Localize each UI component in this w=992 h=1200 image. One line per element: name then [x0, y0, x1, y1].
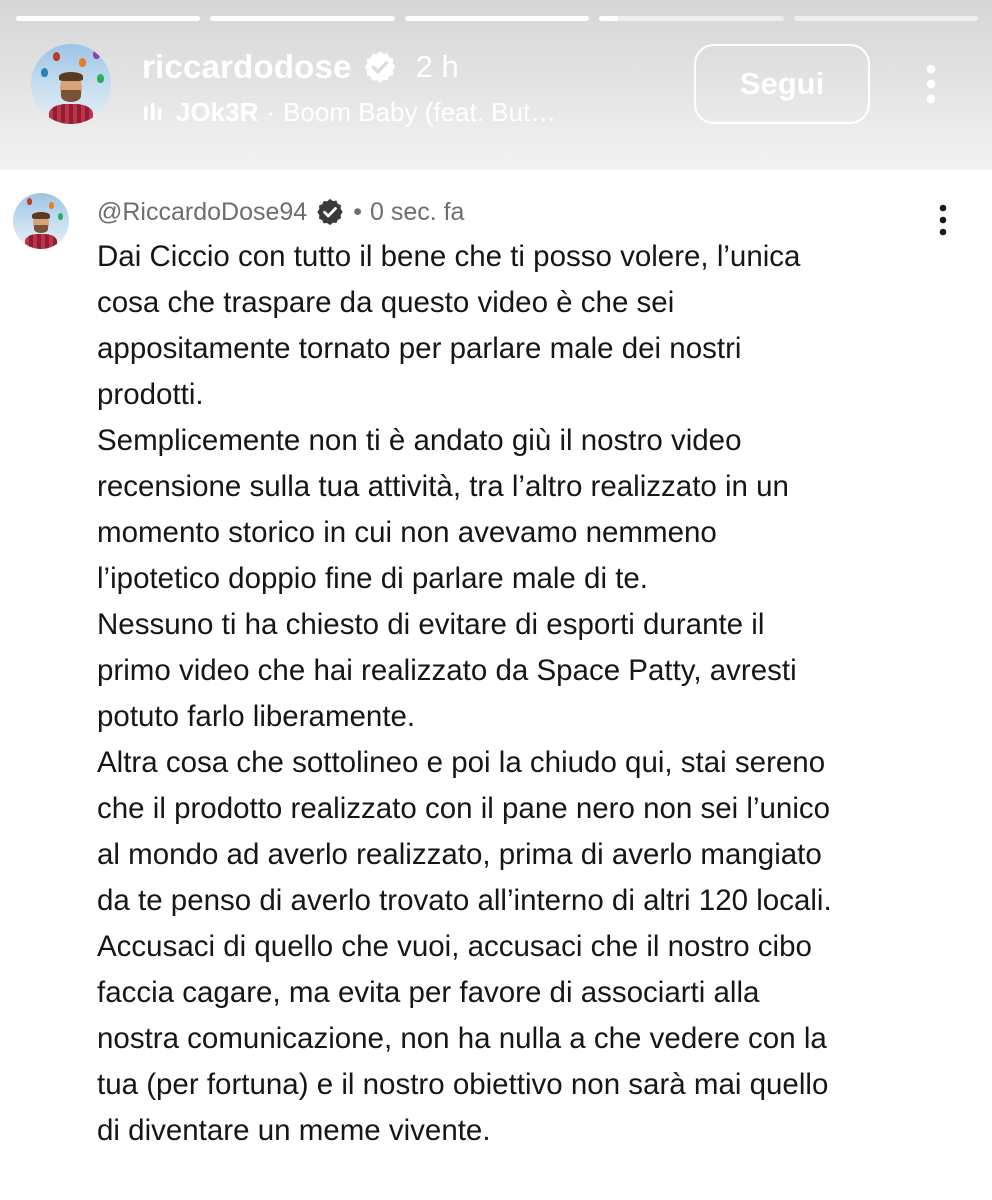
- story-avatar[interactable]: [31, 44, 111, 124]
- verified-badge-icon: [317, 198, 343, 226]
- comment-meta: @RiccardoDose94 • 0 sec. fa: [97, 193, 464, 231]
- comment-line: cosa che traspare da questo video è che …: [97, 286, 675, 319]
- story-progress-segment: [210, 16, 395, 21]
- music-artist: JOk3R: [176, 96, 259, 127]
- music-song-title: Boom Baby (feat. But…: [283, 96, 557, 127]
- story-progress-bar: [16, 16, 979, 22]
- comment-line: Dai Ciccio con tutto il bene che ti poss…: [97, 240, 801, 273]
- comment-line: prodotti.: [97, 378, 204, 411]
- comment-line: primo video che hai realizzato da Space …: [97, 654, 797, 687]
- comment-line: l’ipotetico doppio fine di parlare male …: [97, 562, 648, 595]
- comment-line: Altra cosa che sottolineo e poi la chiud…: [97, 746, 826, 779]
- comment-line: Nessuno ti ha chiesto di evitare di espo…: [97, 608, 765, 641]
- comment-avatar[interactable]: [13, 193, 69, 249]
- comment-line: potuto farlo liberamente.: [97, 700, 416, 733]
- comment-line: faccia cagare, ma evita per favore di as…: [97, 976, 760, 1009]
- more-vertical-icon[interactable]: [916, 60, 946, 108]
- comment-line: Accusaci di quello che vuoi, accusaci ch…: [97, 930, 812, 963]
- music-separator: ·: [266, 96, 276, 127]
- comment-line: appositamente tornato per parlare male d…: [97, 332, 742, 365]
- comment-line: momento storico in cui non avevamo nemme…: [97, 516, 717, 549]
- story-user-info: riccardodose 2 h: [142, 44, 459, 90]
- story-progress-segment: [16, 16, 201, 21]
- story-progress-segment: [599, 16, 784, 21]
- comment-handle[interactable]: @RiccardoDose94: [97, 198, 307, 227]
- comment-line: di diventare un meme vivente.: [97, 1114, 491, 1147]
- comment-line: al mondo ad averlo realizzato, prima di …: [97, 838, 822, 871]
- story-time-ago: 2 h: [415, 49, 459, 84]
- story-music-label[interactable]: JOk3R · Boom Baby (feat. But…: [142, 94, 556, 130]
- story-progress-segment: [404, 16, 590, 21]
- follow-button[interactable]: Segui: [694, 44, 870, 124]
- comment-line: recensione sulla tua attività, tra l’alt…: [97, 470, 789, 503]
- comment-line: Semplicemente non ti è andato giù il nos…: [97, 424, 742, 457]
- comment-text: Dai Ciccio con tutto il bene che ti poss…: [97, 234, 967, 1154]
- comment-separator: •: [353, 197, 362, 226]
- music-bars-icon: [144, 103, 162, 120]
- comment-time: 0 sec. fa: [369, 197, 465, 226]
- comment-line: da te penso di averlo trovato all’intern…: [97, 884, 832, 917]
- comment-line: che il prodotto realizzato con il pane n…: [97, 792, 831, 825]
- story-header: riccardodose 2 h JOk3R · Boom Baby (feat…: [0, 0, 992, 170]
- story-progress-segment: [793, 16, 979, 21]
- verified-badge-icon: [364, 51, 395, 83]
- comment-line: tua (per fortuna) e il nostro obiettivo …: [97, 1068, 829, 1101]
- story-username[interactable]: riccardodose: [142, 48, 352, 86]
- comment-line: nostra comunicazione, non ha nulla a che…: [97, 1022, 827, 1055]
